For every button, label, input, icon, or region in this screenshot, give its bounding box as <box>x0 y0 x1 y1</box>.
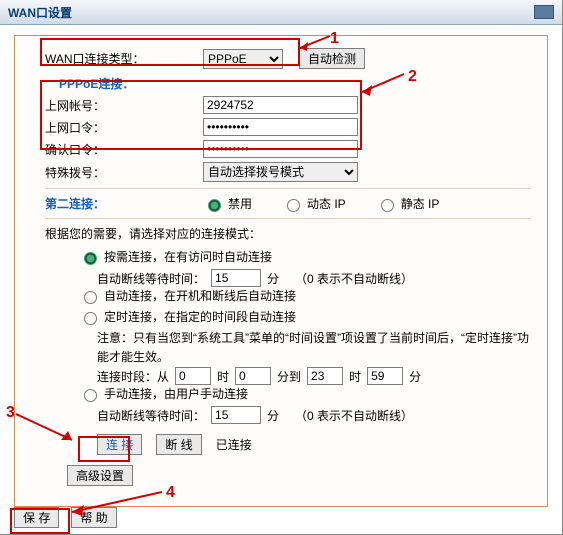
mode-auto[interactable]: 自动连接，在开机和断线后自动连接 <box>79 287 531 304</box>
ondemand-idle-label: 自动断线等待时间： <box>97 270 205 287</box>
confirm-label: 确认口令： <box>45 141 203 158</box>
mode-timed[interactable]: 定时连接，在指定的时间段自动连接 <box>79 308 531 325</box>
timed-period-pre: 连接时段：从 <box>97 368 169 385</box>
ondemand-idle-row: 自动断线等待时间： 分 （0 表示不自动断线） <box>97 269 531 287</box>
timed-h2-input[interactable] <box>307 367 343 385</box>
confirm-row: 确认口令： <box>45 140 531 158</box>
timed-m2-input[interactable] <box>367 367 403 385</box>
connection-status: 已连接 <box>216 436 252 453</box>
mode-intro: 根据您的需要，请选择对应的连接模式： <box>45 225 531 242</box>
mode-manual-radio[interactable] <box>84 389 97 402</box>
ondemand-idle-note: （0 表示不自动断线） <box>295 270 413 287</box>
wan-type-label: WAN口连接类型： <box>45 50 203 67</box>
timed-period-row: 连接时段：从 时 分到 时 分 <box>97 367 531 385</box>
timed-note: 注意：只有当您到“系统工具”菜单的“时间设置”项设置了当前时间后，“定时连接”功… <box>97 329 537 367</box>
mode-auto-radio[interactable] <box>84 291 97 304</box>
footer: 保 存 帮 助 <box>14 507 117 528</box>
special-dial-select[interactable]: 自动选择拨号模式 <box>203 162 358 182</box>
titlebar-icon <box>534 5 554 19</box>
wan-type-row: WAN口连接类型： PPPoE 自动检测 <box>45 48 531 69</box>
divider <box>45 188 531 189</box>
timed-h2-unit: 时 <box>349 368 361 385</box>
advanced-button[interactable]: 高级设置 <box>67 465 133 486</box>
second-staticip-radio[interactable] <box>381 199 394 212</box>
timed-h1-input[interactable] <box>175 367 211 385</box>
second-staticip-label: 静态 IP <box>401 195 440 212</box>
mode-ondemand-radio[interactable] <box>84 252 97 265</box>
special-dial-row: 特殊拨号： 自动选择拨号模式 <box>45 162 531 182</box>
second-disable-label: 禁用 <box>228 195 252 212</box>
mode-auto-label: 自动连接，在开机和断线后自动连接 <box>104 287 296 304</box>
content: WAN口连接类型： PPPoE 自动检测 PPPoE连接： 上网帐号： 上网口令… <box>15 36 547 496</box>
second-disable[interactable]: 禁用 <box>203 195 252 212</box>
save-button[interactable]: 保 存 <box>14 507 59 528</box>
second-dynip-label: 动态 IP <box>307 195 346 212</box>
mode-manual[interactable]: 手动连接，由用户手动连接 <box>79 385 531 402</box>
timed-h1-unit: 时 <box>217 368 229 385</box>
manual-idle-label: 自动断线等待时间： <box>97 407 205 424</box>
password-row: 上网口令： <box>45 118 531 136</box>
connect-row: 连 接 断 线 已连接 <box>97 434 531 455</box>
manual-idle-row: 自动断线等待时间： 分 （0 表示不自动断线） <box>97 406 531 424</box>
mode-ondemand-label: 按需连接，在有访问时自动连接 <box>104 248 272 265</box>
password-input[interactable] <box>203 118 358 136</box>
titlebar: WAN口设置 <box>0 0 562 25</box>
mode-ondemand[interactable]: 按需连接，在有访问时自动连接 <box>79 248 531 265</box>
window-title: WAN口设置 <box>8 4 72 21</box>
wan-type-select[interactable]: PPPoE <box>203 49 283 69</box>
ondemand-idle-input[interactable] <box>211 269 261 287</box>
account-label: 上网帐号： <box>45 97 203 114</box>
second-disable-radio[interactable] <box>208 199 221 212</box>
second-staticip[interactable]: 静态 IP <box>376 195 440 212</box>
special-dial-label: 特殊拨号： <box>45 164 203 181</box>
wan-settings-window: WAN口设置 WAN口连接类型： PPPoE 自动检测 PPPoE连接： 上网帐… <box>0 0 563 535</box>
disconnect-button[interactable]: 断 线 <box>156 434 201 455</box>
mode-manual-label: 手动连接，由用户手动连接 <box>104 385 248 402</box>
second-dynip[interactable]: 动态 IP <box>282 195 346 212</box>
help-button[interactable]: 帮 助 <box>71 507 116 528</box>
panel: WAN口连接类型： PPPoE 自动检测 PPPoE连接： 上网帐号： 上网口令… <box>14 35 548 507</box>
manual-idle-unit: 分 <box>267 407 279 424</box>
ondemand-idle-unit: 分 <box>267 270 279 287</box>
account-row: 上网帐号： <box>45 96 531 114</box>
auto-detect-button[interactable]: 自动检测 <box>299 48 365 69</box>
mode-timed-radio[interactable] <box>84 312 97 325</box>
manual-idle-input[interactable] <box>211 406 261 424</box>
mode-timed-label: 定时连接，在指定的时间段自动连接 <box>104 308 296 325</box>
account-input[interactable] <box>203 96 358 114</box>
timed-to: 分到 <box>277 368 301 385</box>
manual-idle-note: （0 表示不自动断线） <box>295 407 413 424</box>
timed-m1-input[interactable] <box>235 367 271 385</box>
divider <box>45 218 531 219</box>
second-dynip-radio[interactable] <box>287 199 300 212</box>
advanced-row: 高级设置 <box>67 465 531 486</box>
confirm-input[interactable] <box>203 140 358 158</box>
connect-button[interactable]: 连 接 <box>97 434 142 455</box>
pppoe-section-title: PPPoE连接： <box>59 75 531 92</box>
password-label: 上网口令： <box>45 119 203 136</box>
second-conn-title: 第二连接： <box>45 195 203 212</box>
second-conn-row: 第二连接： 禁用 动态 IP 静态 IP <box>45 195 531 212</box>
timed-m2-unit: 分 <box>409 368 421 385</box>
